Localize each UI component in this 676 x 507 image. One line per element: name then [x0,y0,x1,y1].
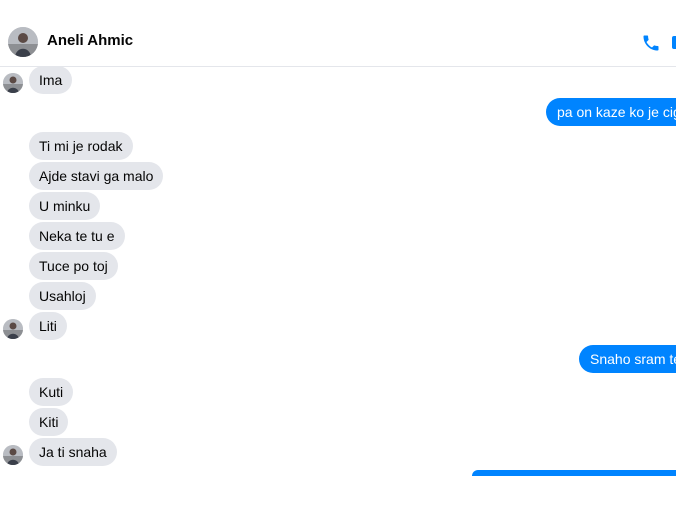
sender-avatar[interactable] [3,73,23,93]
sender-avatar[interactable] [3,319,23,339]
outgoing-message[interactable] [472,470,676,476]
sender-avatar[interactable] [3,445,23,465]
incoming-message[interactable]: Liti [29,312,67,340]
incoming-message[interactable]: Kiti [29,408,69,436]
conversation-header: Aneli Ahmic [0,0,676,67]
incoming-message[interactable]: Neka te tu e [29,222,125,250]
contact-name[interactable]: Aneli Ahmic [47,32,133,49]
phone-icon[interactable] [641,33,661,53]
avatar-photo-icon [3,445,23,465]
incoming-message[interactable]: Ajde stavi ga malo [29,162,164,190]
incoming-message[interactable]: Usahloj [29,282,96,310]
incoming-message[interactable]: Ti mi je rodak [29,132,133,160]
incoming-message[interactable]: Ja ti snaha [29,438,117,466]
avatar-photo-icon [3,319,23,339]
incoming-message[interactable]: Ima [29,66,73,94]
incoming-message[interactable]: U minku [29,192,101,220]
incoming-message[interactable]: Tuce po toj [29,252,118,280]
outgoing-message[interactable]: Snaho sram te [579,345,676,373]
video-camera-icon[interactable] [670,33,676,53]
incoming-message[interactable]: Kuti [29,378,74,406]
avatar-photo-icon [3,73,23,93]
contact-avatar[interactable] [8,27,38,57]
avatar-photo-icon [8,27,38,57]
outgoing-message[interactable]: pa on kaze ko je cigan [546,98,676,126]
